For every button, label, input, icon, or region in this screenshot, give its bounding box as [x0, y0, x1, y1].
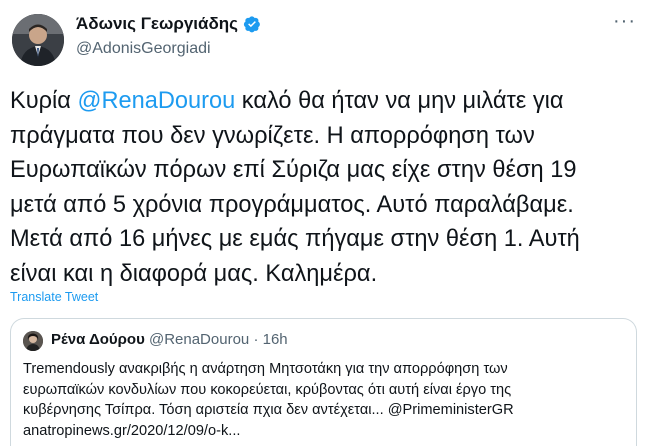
author-avatar-image	[12, 14, 64, 66]
verified-badge-icon	[243, 15, 261, 33]
tweet-text-segment: καλό θα ήταν να μην μιλάτε για	[235, 88, 564, 114]
more-options-icon[interactable]: ···	[613, 11, 636, 31]
author-name[interactable]: Άδωνις Γεωργιάδης	[76, 14, 238, 34]
quoted-author-name: Ρένα Δούρου	[51, 331, 145, 348]
tweet-line-3: Ευρωπαϊκών πόρων επί Σύριζα μας είχε στη…	[10, 157, 577, 183]
quoted-header: Ρένα Δούρου @RenaDourou · 16h	[51, 331, 288, 348]
mention-link[interactable]: @RenaDourou	[78, 88, 236, 114]
quoted-text: Tremendously ανακριβής η ανάρτηση Μητσοτ…	[23, 359, 623, 441]
quoted-mention: @PrimeministerGR	[387, 402, 514, 418]
author-name-row: Άδωνις Γεωργιάδης	[76, 14, 261, 34]
quoted-text-segment: κυβέρνησης Τσίπρα. Τόση αριστεία πχια δε…	[23, 402, 388, 418]
quoted-line-1: Tremendously ανακριβής η ανάρτηση Μητσοτ…	[23, 361, 508, 377]
author-avatar[interactable]	[12, 14, 64, 66]
tweet-text: Κυρία @RenaDourou καλό θα ήταν να μην μι…	[10, 84, 640, 291]
quoted-line-2: ευρωπαϊκών κονδυλίων που κοκορεύεται, κρ…	[23, 381, 512, 398]
tweet-line-6: είναι και η διαφορά μας. Καλημέρα.	[10, 260, 378, 287]
separator-dot: ·	[253, 331, 259, 348]
quoted-author-avatar	[23, 331, 43, 351]
author-handle[interactable]: @AdonisGeorgiadi	[76, 40, 211, 58]
tweet-line-5: Μετά από 16 μήνες με εμάς πήγαμε στην θέ…	[10, 226, 580, 252]
tweet-text-segment: Κυρία	[10, 88, 78, 114]
tweet-line-4: μετά από 5 χρόνια προγράμματος. Αυτό παρ…	[10, 191, 574, 218]
tweet-line-2: πράγματα που δεν γνωρίζετε. Η απορρόφηση…	[10, 122, 535, 149]
tweet-line-1: Κυρία @RenaDourou καλό θα ήταν να μην μι…	[10, 84, 640, 119]
quoted-line-3: κυβέρνησης Τσίπρα. Τόση αριστεία πχια δε…	[23, 400, 623, 421]
tweet: Άδωνις Γεωργιάδης @AdonisGeorgiadi ··· Κ…	[0, 0, 650, 448]
translate-tweet-link[interactable]: Translate Tweet	[10, 290, 98, 304]
quoted-tweet[interactable]: Ρένα Δούρου @RenaDourou · 16h Tremendous…	[10, 318, 637, 446]
quoted-line-4: anatropinews.gr/2020/12/09/o-k...	[23, 422, 241, 439]
quoted-author-handle: @RenaDourou	[148, 331, 250, 348]
quoted-timestamp[interactable]: 16h	[263, 331, 288, 348]
